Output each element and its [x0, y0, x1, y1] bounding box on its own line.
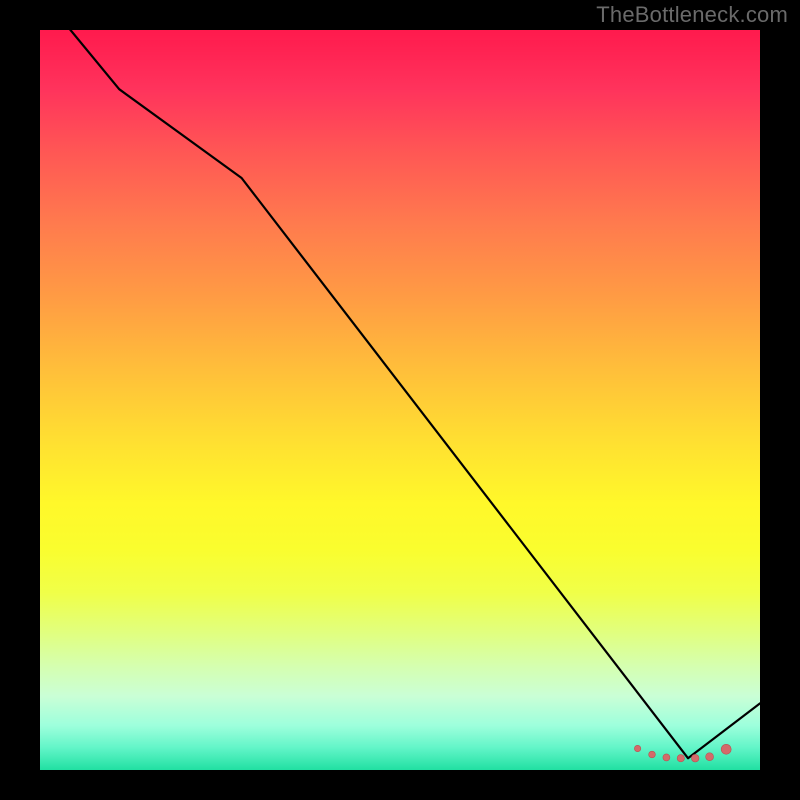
- curve-line: [40, 30, 760, 758]
- watermark-text: TheBottleneck.com: [596, 2, 788, 28]
- marker-dot: [663, 754, 670, 761]
- marker-dot: [634, 745, 640, 751]
- marker-dot: [691, 754, 699, 762]
- plot-gradient-area: [40, 30, 760, 770]
- marker-dot: [706, 753, 714, 761]
- marker-dot-end: [721, 744, 731, 754]
- marker-dot: [649, 751, 656, 758]
- chart-svg: [40, 30, 760, 770]
- marker-dot: [677, 755, 684, 762]
- chart-stage: TheBottleneck.com: [0, 0, 800, 800]
